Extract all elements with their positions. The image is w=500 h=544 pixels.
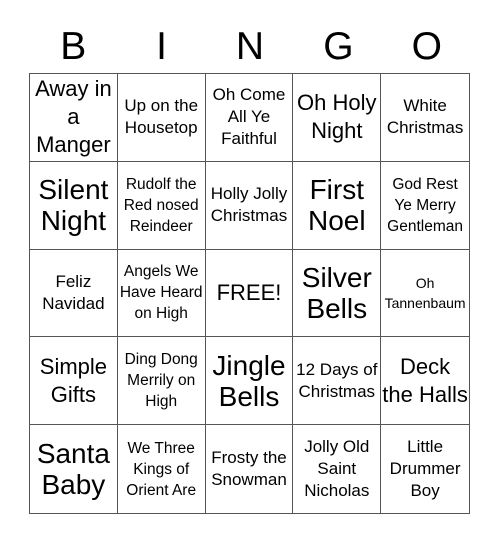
bingo-cell[interactable]: Holly Jolly Christmas <box>205 161 294 250</box>
bingo-cell[interactable]: Angels We Have Heard on High <box>117 249 206 338</box>
cell-label: Jingle Bells <box>212 349 286 412</box>
bingo-cell[interactable]: Santa Baby <box>30 425 118 513</box>
bingo-cell[interactable]: Rudolf the Red nosed Reindeer <box>117 161 206 250</box>
bingo-cell[interactable]: First Noel <box>293 161 382 250</box>
bingo-cell[interactable]: Feliz Navidad <box>30 249 118 338</box>
header-letter-i: I <box>156 25 167 68</box>
cell-label: 12 Days of Christmas <box>296 359 378 401</box>
bingo-cell[interactable]: Jolly Old Saint Nicholas <box>293 425 382 513</box>
cell-label: Silent Night <box>38 174 109 237</box>
bingo-cell[interactable]: Jingle Bells <box>205 337 294 426</box>
bingo-cell[interactable]: Deck the Halls <box>381 337 469 426</box>
bingo-cell[interactable]: Frosty the Snowman <box>206 425 294 513</box>
cell-label: First Noel <box>307 174 366 237</box>
header-letter-n: N <box>235 25 265 68</box>
cell-label: Frosty the Snowman <box>211 448 287 490</box>
bingo-cell[interactable]: Simple Gifts <box>30 337 118 426</box>
cell-label: Oh Come All Ye Faithful <box>212 85 286 149</box>
cell-label: Rudolf the Red nosed Reindeer <box>123 175 199 235</box>
cell-label: Santa Baby <box>36 438 110 501</box>
bingo-cell[interactable]: Oh Holy Night <box>293 74 382 162</box>
bingo-cell[interactable]: Little Drummer Boy <box>381 425 469 513</box>
cell-label: White Christmas <box>386 96 464 138</box>
bingo-cell[interactable]: Away in a Manger <box>30 74 118 162</box>
cell-label: Angels We Have Heard on High <box>119 263 203 323</box>
bingo-cell[interactable]: Ding Dong Merrily on High <box>117 337 206 426</box>
cell-label: We Three Kings of Orient Are <box>126 439 197 499</box>
bingo-cell[interactable]: White Christmas <box>381 74 469 162</box>
bingo-cell[interactable]: 12 Days of Christmas <box>293 337 382 426</box>
cell-label: Holly Jolly Christmas <box>210 184 288 226</box>
cell-label: Simple Gifts <box>39 353 108 407</box>
bingo-cell[interactable]: Silent Night <box>30 161 118 250</box>
bingo-cell[interactable]: God Rest Ye Merry Gentleman <box>381 162 469 250</box>
cell-label: FREE! <box>216 279 282 305</box>
bingo-cell[interactable]: Silver Bells <box>293 249 382 338</box>
bingo-cell[interactable]: Oh Tannenbaum <box>381 250 469 338</box>
cell-label: Ding Dong Merrily on High <box>124 351 198 411</box>
bingo-grid: Away in a Manger Up on the Housetop Oh Com… <box>29 73 470 514</box>
cell-label: Jolly Old Saint Nicholas <box>304 437 370 501</box>
cell-label: Oh Tannenbaum <box>384 274 466 311</box>
bingo-header: B I N G O <box>29 22 471 72</box>
cell-label: God Rest Ye Merry Gentleman <box>387 175 463 235</box>
cell-label: Feliz Navidad <box>42 271 105 313</box>
cell-label: Silver Bells <box>301 261 372 324</box>
bingo-cell[interactable]: We Three Kings of Orient Are <box>118 425 206 513</box>
free-space-cell[interactable]: FREE! <box>205 249 294 338</box>
bingo-cell[interactable]: Up on the Housetop <box>117 74 206 162</box>
cell-label: Up on the Housetop <box>124 96 199 138</box>
header-letter-g: G <box>323 25 354 68</box>
cell-label: Little Drummer Boy <box>389 437 461 501</box>
header-letter-b: B <box>60 25 87 68</box>
cell-label: Deck the Halls <box>382 353 468 407</box>
cell-label: Away in a Manger <box>35 76 112 158</box>
bingo-cell[interactable]: Oh Come All Ye Faithful <box>205 74 294 162</box>
header-letter-o: O <box>411 25 442 68</box>
cell-label: Oh Holy Night <box>297 90 377 144</box>
